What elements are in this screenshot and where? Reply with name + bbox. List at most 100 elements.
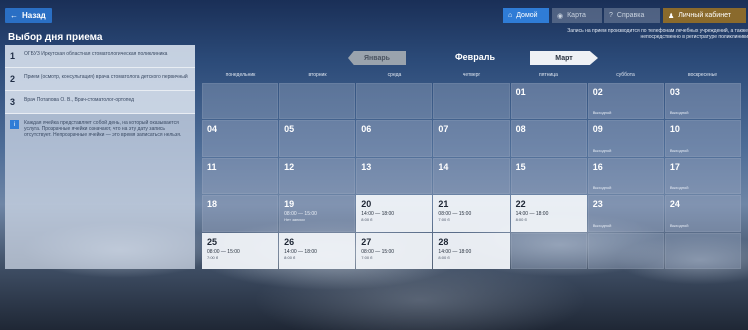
personal-cabinet-button[interactable]: ♟ Личный кабинет xyxy=(663,8,746,23)
calendar-day-20[interactable]: 20 14:00 — 18:00 8:00 б xyxy=(356,195,433,232)
day-number: 03 xyxy=(669,87,680,97)
calendar-day-07: 07 xyxy=(433,120,510,157)
day-slots: 7:00 б xyxy=(438,217,450,223)
weekday-label: понедельник xyxy=(225,72,256,78)
arrow-left-icon: ← xyxy=(10,11,18,20)
previous-month-button[interactable]: Январь xyxy=(348,51,406,65)
day-slots: 8:00 б xyxy=(438,254,450,260)
calendar-empty-cell xyxy=(356,83,433,120)
day-status: Выходной xyxy=(669,185,689,191)
day-status: Выходной xyxy=(669,110,689,116)
current-month-label: Февраль xyxy=(455,52,495,62)
day-number: 02 xyxy=(592,87,603,97)
calendar-day-28[interactable]: 28 14:00 — 18:00 8:00 б xyxy=(433,232,510,269)
calendar-day-02: 02 Выходной xyxy=(587,83,664,120)
day-slots: 7:00 б xyxy=(207,254,219,260)
appointment-notice: Запись на прием производится по телефона… xyxy=(567,28,748,40)
home-button[interactable]: ⌂ Домой xyxy=(503,8,549,23)
help-button[interactable]: ? Справка xyxy=(604,8,660,23)
next-month-button[interactable]: Март xyxy=(530,51,598,65)
calendar-day-27[interactable]: 27 08:00 — 15:00 7:00 б xyxy=(356,232,433,269)
help-button-label: Справка xyxy=(616,12,645,19)
day-number: 28 xyxy=(438,236,449,247)
day-number: 10 xyxy=(669,124,680,135)
weekday-label: воскресенье xyxy=(687,72,718,78)
day-number: 13 xyxy=(361,161,372,172)
back-button[interactable]: ← Назад xyxy=(5,8,52,23)
day-number: 22 xyxy=(515,199,526,210)
step-doctor[interactable]: 3 Врач Потапова О. В., Врач-стоматолог-о… xyxy=(5,91,195,114)
calendar-day-09: 09 Выходной xyxy=(587,120,664,157)
weekday-label: суббота xyxy=(616,72,635,78)
step-service[interactable]: 2 Прием (осмотр, консультация) врача сто… xyxy=(5,68,195,91)
home-icon: ⌂ xyxy=(508,12,513,19)
calendar-empty-cell xyxy=(587,232,664,269)
day-slots: 8:00 б xyxy=(515,217,527,223)
weekday-label: вторник xyxy=(308,72,327,78)
day-status: Выходной xyxy=(592,147,612,153)
calendar-day-03: 03 Выходной xyxy=(664,83,741,120)
info-icon: i xyxy=(10,120,19,129)
step-text: ОГБУЗ Иркутская областная стоматологичес… xyxy=(24,51,168,57)
calendar-day-22[interactable]: 22 14:00 — 18:00 8:00 б xyxy=(510,195,587,232)
calendar-day-14: 14 xyxy=(433,157,510,195)
day-number: 14 xyxy=(438,161,449,172)
day-slots: 7:00 б xyxy=(361,254,373,260)
day-slots: 8:00 б xyxy=(361,217,373,223)
day-number: 15 xyxy=(515,161,526,172)
selection-steps-panel: 1 ОГБУЗ Иркутская областная стоматологич… xyxy=(5,45,195,269)
map-button[interactable]: ◉ Карта xyxy=(552,8,602,23)
calendar-day-01: 01 xyxy=(510,83,587,120)
calendar-grid: 01 02 Выходной 03 Выходной 04 05 06 07 08 09 Выходн… xyxy=(202,83,741,269)
cabinet-button-label: Личный кабинет xyxy=(678,12,731,19)
calendar-day-25[interactable]: 25 08:00 — 15:00 7:00 б xyxy=(202,232,279,269)
home-button-label: Домой xyxy=(516,12,538,19)
step-text: Прием (осмотр, консультация) врача стома… xyxy=(24,74,188,80)
day-number: 12 xyxy=(284,161,295,172)
calendar-day-23: 23 Выходной xyxy=(587,195,664,232)
calendar-empty-cell xyxy=(433,83,510,120)
step-text: Врач Потапова О. В., Врач-стоматолог-орт… xyxy=(24,97,135,103)
step-number: 2 xyxy=(10,74,16,84)
day-number: 25 xyxy=(207,236,218,247)
day-number: 19 xyxy=(284,199,295,210)
calendar-day-05: 05 xyxy=(279,120,356,157)
map-icon: ◉ xyxy=(557,12,564,20)
hint-text: Каждая ячейка представляет собой день, н… xyxy=(24,120,182,138)
calendar-day-19: 19 08:00 — 15:00 Нет записи xyxy=(279,195,356,232)
day-number: 21 xyxy=(438,199,449,210)
calendar-day-13: 13 xyxy=(356,157,433,195)
calendar-day-26[interactable]: 26 14:00 — 18:00 8:00 б xyxy=(279,232,356,269)
day-slots: 8:00 б xyxy=(284,254,296,260)
step-number: 1 xyxy=(10,51,16,61)
step-number: 3 xyxy=(10,97,16,107)
day-number: 11 xyxy=(207,161,217,172)
help-icon: ? xyxy=(609,12,613,19)
day-status: Выходной xyxy=(592,222,612,228)
calendar-empty-cell xyxy=(664,232,741,269)
day-number: 08 xyxy=(515,124,526,135)
calendar-day-06: 06 xyxy=(356,120,433,157)
day-slots: Нет записи xyxy=(284,217,305,223)
calendar-day-18: 18 xyxy=(202,195,279,232)
weekday-label: четверг xyxy=(462,72,481,78)
calendar-day-08: 08 xyxy=(510,120,587,157)
calendar-day-04: 04 xyxy=(202,120,279,157)
calendar-empty-cell xyxy=(202,83,279,120)
day-number: 20 xyxy=(361,199,372,210)
calendar-day-15: 15 xyxy=(510,157,587,195)
weekday-header: понедельник вторник среда четверг пятниц… xyxy=(202,72,741,82)
calendar-day-12: 12 xyxy=(279,157,356,195)
day-status: Выходной xyxy=(669,222,689,228)
day-number: 17 xyxy=(669,161,680,172)
day-number: 09 xyxy=(592,124,603,135)
step-clinic[interactable]: 1 ОГБУЗ Иркутская областная стоматологич… xyxy=(5,45,195,68)
calendar-hint: i Каждая ячейка представляет собой день,… xyxy=(5,114,195,144)
weekday-label: среда xyxy=(387,72,402,78)
calendar-day-24: 24 Выходной xyxy=(664,195,741,232)
calendar-day-21[interactable]: 21 08:00 — 15:00 7:00 б xyxy=(433,195,510,232)
calendar-day-11: 11 xyxy=(202,157,279,195)
day-number: 16 xyxy=(592,161,603,172)
back-button-label: Назад xyxy=(22,11,46,20)
calendar-empty-cell xyxy=(279,83,356,120)
